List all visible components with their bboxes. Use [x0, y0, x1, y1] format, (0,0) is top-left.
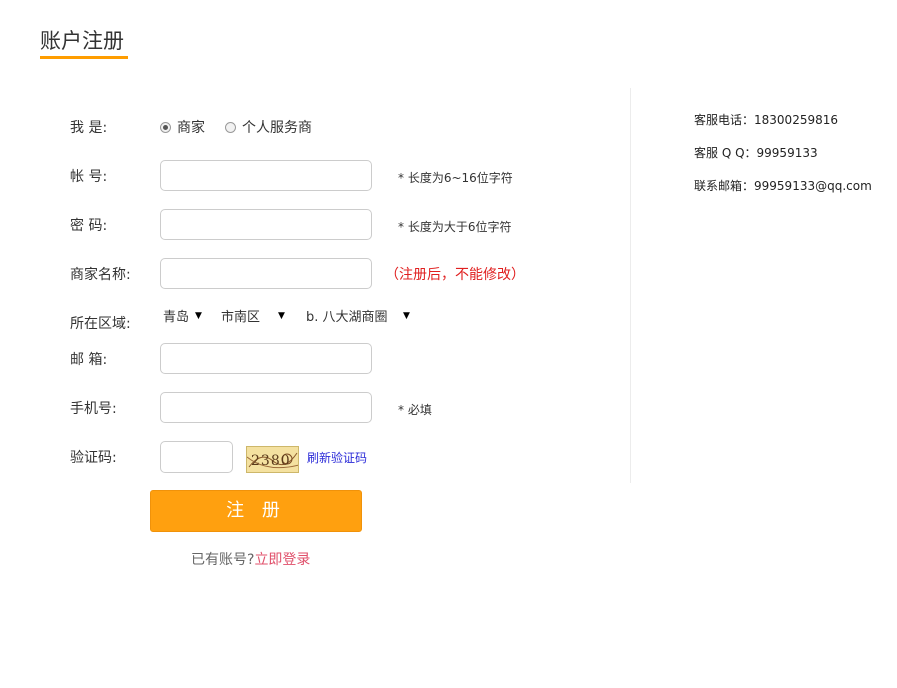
role-individual-radio[interactable]: [225, 122, 236, 133]
role-individual-label[interactable]: 个人服务商: [242, 119, 312, 137]
contact-email-label: 联系邮箱：: [694, 179, 755, 193]
vertical-divider: [630, 88, 631, 483]
zone-select[interactable]: b. 八大湖商圈 ▼: [306, 309, 416, 329]
chevron-down-icon: ▼: [403, 311, 410, 321]
contact-phone: 客服电话：18300259816: [694, 112, 838, 128]
contact-email-value: 99959133@qq.com: [754, 179, 872, 193]
phone-hint: * 必填: [398, 403, 432, 417]
role-label: 我 是:: [70, 120, 108, 136]
contact-qq: 客服 Q Q：99959133: [694, 145, 818, 161]
contact-email: 联系邮箱：99959133@qq.com: [694, 178, 872, 194]
contact-phone-value: 18300259816: [754, 113, 838, 127]
merchant-name-hint: （注册后，不能修改）: [385, 267, 525, 283]
contact-qq-label: 客服 Q Q：: [694, 146, 757, 160]
captcha-input[interactable]: [160, 441, 233, 473]
contact-qq-value: 99959133: [756, 146, 818, 160]
captcha-image[interactable]: 2380: [246, 446, 299, 473]
refresh-captcha-link[interactable]: 刷新验证码: [307, 450, 367, 466]
password-label: 密 码:: [70, 218, 108, 234]
phone-label: 手机号:: [70, 401, 117, 417]
login-link[interactable]: 立即登录: [254, 552, 310, 568]
merchant-name-label: 商家名称:: [70, 267, 131, 283]
register-button[interactable]: 注 册: [150, 490, 362, 532]
password-input[interactable]: [160, 209, 372, 240]
captcha-text: 2380: [251, 453, 291, 469]
password-hint: * 长度为大于6位字符: [398, 220, 512, 234]
login-prompt: 已有账号?立即登录: [191, 551, 310, 569]
zone-select-value: b. 八大湖商圈: [306, 310, 388, 325]
district-select-value: 市南区: [221, 310, 261, 325]
title-underline: [40, 56, 128, 59]
phone-input[interactable]: [160, 392, 372, 423]
login-prompt-text: 已有账号?: [191, 552, 255, 568]
captcha-label: 验证码:: [70, 450, 117, 466]
page-title: 账户注册: [40, 29, 124, 53]
role-merchant-radio[interactable]: [160, 122, 171, 133]
email-input[interactable]: [160, 343, 372, 374]
contact-phone-label: 客服电话：: [694, 113, 755, 127]
email-label: 邮 箱:: [70, 352, 108, 368]
role-merchant-label[interactable]: 商家: [177, 119, 205, 137]
district-select[interactable]: 市南区 ▼: [221, 309, 291, 329]
merchant-name-input[interactable]: [160, 258, 372, 289]
city-select-value: 青岛: [163, 310, 190, 325]
account-label: 帐 号:: [70, 169, 108, 185]
chevron-down-icon: ▼: [195, 311, 202, 321]
city-select[interactable]: 青岛 ▼: [163, 309, 209, 329]
account-input[interactable]: [160, 160, 372, 191]
account-hint: * 长度为6~16位字符: [398, 171, 513, 185]
region-label: 所在区域:: [70, 316, 131, 332]
chevron-down-icon: ▼: [278, 311, 285, 321]
